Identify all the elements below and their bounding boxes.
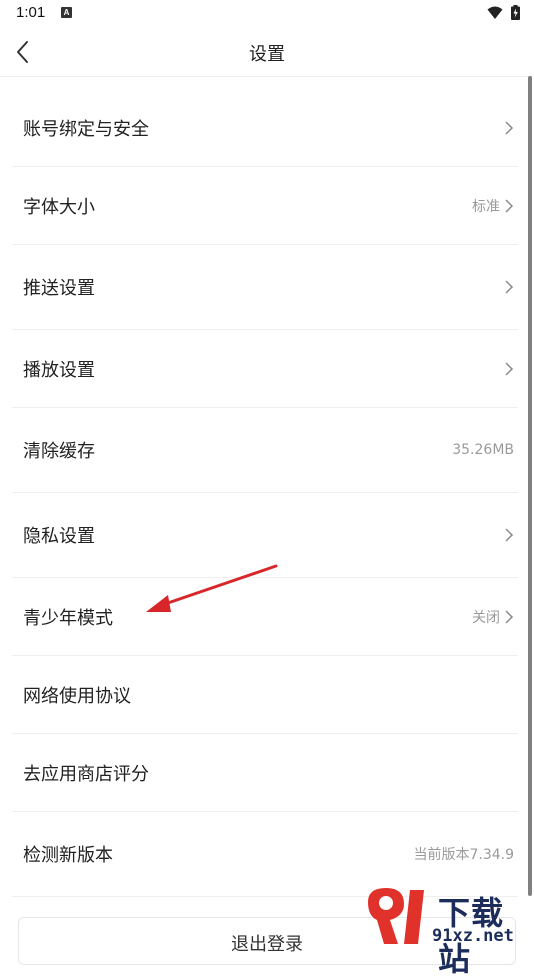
wifi-icon — [487, 6, 503, 19]
setting-rate-app[interactable]: 去应用商店评分 — [12, 734, 518, 812]
setting-label: 清除缓存 — [23, 441, 95, 462]
setting-right: 标准 — [472, 196, 514, 216]
battery-charging-icon — [511, 5, 520, 20]
setting-right — [500, 280, 514, 294]
setting-label: 播放设置 — [23, 359, 95, 381]
watermark-url: 91xz.net — [432, 926, 514, 946]
setting-right — [500, 528, 514, 542]
chevron-right-icon — [505, 120, 514, 135]
app-header: 设置 — [0, 28, 534, 77]
chevron-right-icon — [505, 361, 514, 376]
setting-label: 青少年模式 — [23, 607, 113, 629]
setting-account-security[interactable]: 账号绑定与安全 — [12, 89, 518, 167]
setting-label: 推送设置 — [23, 278, 95, 299]
status-bar: 1:01 A — [0, 0, 534, 28]
chevron-right-icon — [505, 528, 514, 542]
page-title: 设置 — [249, 44, 285, 65]
status-time: 1:01 — [16, 4, 46, 21]
chevron-right-icon — [505, 198, 514, 213]
watermark: 下载站 91xz.net — [360, 884, 534, 978]
setting-right: 当前版本7.34.9 — [413, 844, 514, 864]
setting-clear-cache[interactable]: 清除缓存 35.26MB — [12, 408, 518, 493]
setting-value: 35.26MB — [452, 442, 514, 458]
setting-right: 35.26MB — [452, 442, 514, 458]
setting-right — [500, 120, 514, 135]
setting-label: 隐私设置 — [23, 526, 95, 547]
setting-network-agreement[interactable]: 网络使用协议 — [12, 656, 518, 734]
notification-a-icon: A — [61, 7, 72, 18]
settings-list: 账号绑定与安全 字体大小 标准 推送设置 播放设置 清除缓存 35.26MB 隐… — [12, 89, 518, 897]
setting-value: 当前版本7.34.9 — [413, 847, 514, 863]
setting-push[interactable]: 推送设置 — [12, 245, 518, 330]
setting-value: 标准 — [472, 198, 500, 215]
setting-playback[interactable]: 播放设置 — [12, 330, 518, 408]
chevron-right-icon — [505, 280, 514, 294]
scrollbar[interactable] — [528, 76, 532, 896]
setting-label: 去应用商店评分 — [23, 763, 149, 785]
watermark-logo-icon — [368, 888, 424, 944]
setting-font-size[interactable]: 字体大小 标准 — [12, 167, 518, 245]
setting-value: 关闭 — [472, 609, 500, 626]
status-indicators — [487, 5, 520, 20]
setting-label: 字体大小 — [23, 196, 95, 218]
setting-right: 关闭 — [472, 607, 514, 627]
chevron-right-icon — [505, 609, 514, 624]
setting-label: 网络使用协议 — [23, 685, 131, 707]
annotation-arrow-icon — [146, 564, 278, 612]
setting-right — [500, 361, 514, 376]
setting-label: 账号绑定与安全 — [23, 118, 149, 140]
setting-label: 检测新版本 — [23, 845, 113, 866]
